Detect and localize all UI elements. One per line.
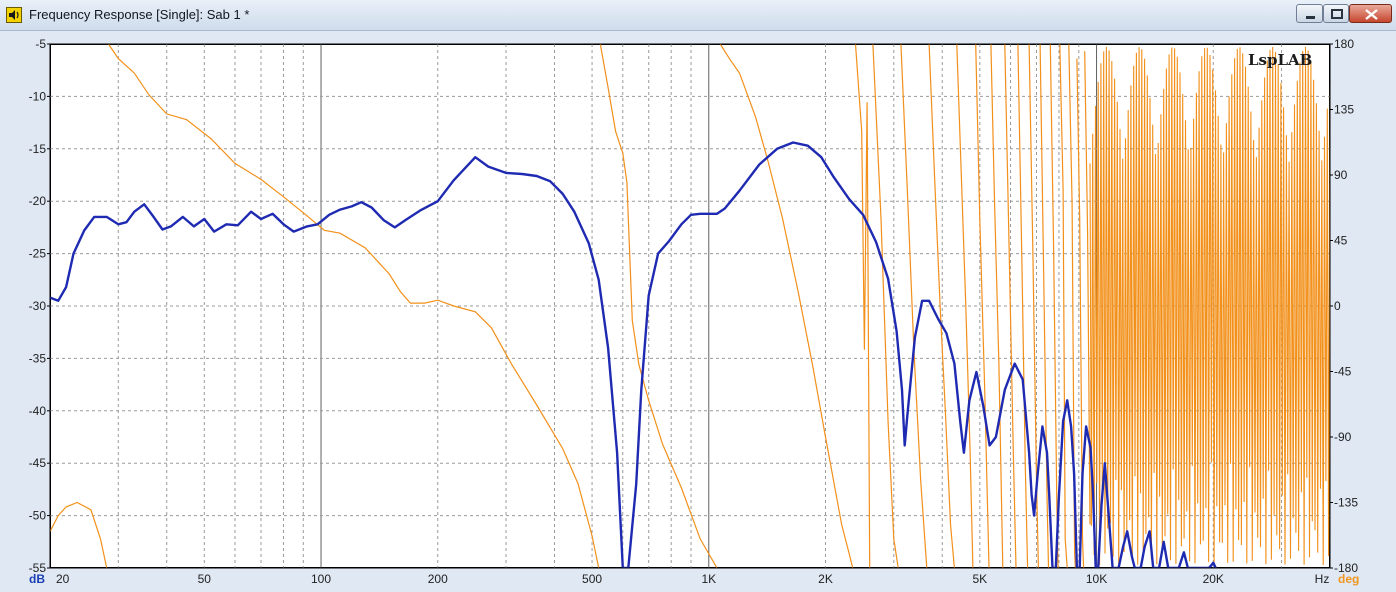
phase-series-segment — [1084, 51, 1091, 525]
x-tick-label: 50 — [198, 572, 212, 586]
frequency-response-chart: -5-10-15-20-25-30-35-40-45-50-5518013590… — [29, 37, 1360, 586]
y-right-tick-label: -90 — [1334, 430, 1352, 444]
x-tick-label: 2K — [818, 572, 833, 586]
y-left-tick-label: -40 — [29, 404, 47, 418]
watermark-logo: LspLAB — [1248, 51, 1313, 69]
y-right-unit-label: deg — [1338, 572, 1359, 586]
y-left-tick-label: -30 — [29, 299, 47, 313]
y-right-tick-label: 135 — [1334, 103, 1354, 117]
y-left-tick-label: -50 — [29, 509, 47, 523]
y-left-tick-label: -15 — [29, 142, 47, 156]
y-left-unit-label: dB — [29, 572, 45, 586]
x-tick-label: 10K — [1086, 572, 1107, 586]
y-left-tick-label: -20 — [29, 194, 47, 208]
x-tick-label: 500 — [582, 572, 602, 586]
y-left-tick-label: -45 — [29, 456, 47, 470]
magnitude-series-line — [50, 141, 1217, 568]
y-right-tick-label: -45 — [1334, 365, 1352, 379]
x-unit-label: Hz — [1315, 572, 1330, 586]
phase-series-segment — [1017, 44, 1029, 568]
y-right-tick-label: 0 — [1334, 299, 1341, 313]
y-left-tick-label: -25 — [29, 247, 47, 261]
y-right-tick-label: 90 — [1334, 168, 1348, 182]
phase-series-segment — [1049, 44, 1059, 568]
frequency-response-window: Frequency Response [Single]: Sab 1 * -5-… — [0, 0, 1396, 592]
x-tick-label: 5K — [972, 572, 987, 586]
y-right-tick-label: -135 — [1334, 496, 1358, 510]
x-tick-label: 200 — [428, 572, 448, 586]
y-left-tick-label: -5 — [35, 37, 46, 51]
x-tick-label: 20K — [1203, 572, 1224, 586]
y-left-tick-label: -10 — [29, 89, 47, 103]
phase-series-segment — [50, 501, 108, 568]
x-tick-label: 20 — [56, 572, 70, 586]
x-tick-label: 100 — [311, 572, 331, 586]
y-left-tick-label: -35 — [29, 351, 47, 365]
y-right-tick-label: 180 — [1334, 37, 1354, 51]
x-tick-label: 1K — [701, 572, 716, 586]
y-right-tick-label: 45 — [1334, 234, 1348, 248]
